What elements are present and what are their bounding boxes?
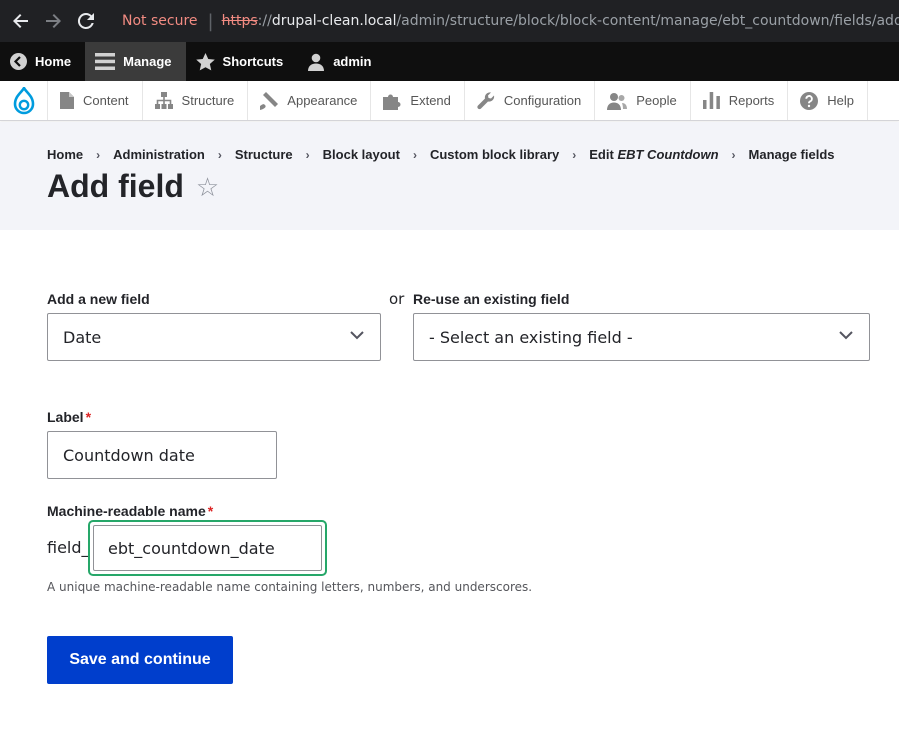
tray-item-reports-label: Reports [728, 93, 775, 108]
arrow-right-icon [46, 14, 61, 28]
reuse-field-label: Re-use an existing field [413, 291, 570, 307]
machine-name-label: Machine-readable name * [47, 503, 213, 519]
url-scheme: https [221, 13, 258, 29]
forward-button[interactable] [43, 11, 63, 31]
people-icon [607, 92, 628, 110]
machine-name-prefix: field_ [47, 538, 90, 557]
tray-item-extend[interactable]: Extend [371, 81, 465, 120]
sitemap-icon [154, 92, 173, 109]
label-input-value: Countdown date [63, 445, 195, 465]
breadcrumb-manage-fields[interactable]: Manage fields [749, 147, 835, 162]
admin-menu-tray: Content Structure Appearance Extend Conf… [0, 81, 899, 121]
add-new-field-value: Date [63, 327, 102, 347]
breadcrumb-separator: › [305, 147, 310, 162]
toolbar-shortcuts[interactable]: Shortcuts [186, 42, 298, 81]
url-host: drupal-clean.local [271, 13, 397, 29]
breadcrumb-custom-block-library[interactable]: Custom block library [430, 147, 559, 162]
tray-item-configuration[interactable]: Configuration [465, 81, 596, 120]
toolbar-home[interactable]: Home [0, 42, 85, 81]
user-icon [308, 53, 325, 71]
wrench-icon [477, 91, 495, 109]
breadcrumb-separator: › [217, 147, 222, 162]
add-new-field-select[interactable]: Date [47, 313, 381, 361]
page-header: Home › Administration › Structure › Bloc… [0, 122, 899, 230]
label-field-label-text: Label [47, 409, 84, 425]
bar-chart-icon [702, 92, 720, 109]
url-scheme-separator: :// [257, 13, 272, 29]
breadcrumb-edit-prefix: Edit [589, 147, 618, 162]
tray-item-people-label: People [636, 93, 677, 108]
breadcrumb-separator: › [572, 147, 577, 162]
tray-item-configuration-label: Configuration [503, 93, 582, 108]
help-icon [800, 91, 819, 110]
url-bar[interactable]: Not secure | https://drupal-clean.local /… [108, 4, 899, 38]
page-title: Add field ☆ [47, 168, 219, 205]
add-new-field-label: Add a new field [47, 291, 150, 307]
back-button[interactable] [11, 11, 31, 31]
url-path: /admin/structure/block/block-content/man… [396, 13, 899, 29]
or-text: or [389, 290, 405, 308]
drupal-logo-icon [13, 86, 34, 114]
machine-name-label-text: Machine-readable name [47, 503, 206, 519]
required-marker: * [207, 503, 214, 519]
machine-name-input-value: ebt_countdown_date [108, 538, 275, 558]
machine-name-description: A unique machine-readable name containin… [47, 580, 533, 594]
url-divider: | [207, 10, 214, 32]
reload-icon [77, 12, 94, 29]
tray-item-structure[interactable]: Structure [143, 81, 249, 120]
tray-item-structure-label: Structure [181, 93, 235, 108]
toolbar-user-label: admin [333, 54, 372, 69]
tray-item-content-label: Content [83, 93, 129, 108]
hamburger-icon [95, 53, 116, 70]
star-icon [195, 52, 215, 70]
tray-item-help-label: Help [827, 93, 854, 108]
breadcrumb-edit-block-type[interactable]: Edit EBT Countdown [589, 147, 718, 162]
drupal-drop-back-icon [10, 53, 27, 70]
save-and-continue-button[interactable]: Save and continue [47, 636, 233, 684]
breadcrumb-administration[interactable]: Administration [113, 147, 205, 162]
chevron-down-icon [839, 331, 853, 340]
reuse-existing-field-select[interactable]: - Select an existing field - [413, 313, 870, 361]
toolbar-home-label: Home [35, 54, 72, 69]
document-icon [60, 92, 74, 109]
breadcrumb-structure[interactable]: Structure [235, 147, 293, 162]
reuse-existing-field-value: - Select an existing field - [429, 327, 633, 347]
admin-toolbar: Home Manage Shortcuts admin [0, 42, 899, 81]
label-field-label: Label * [47, 409, 91, 425]
reload-button[interactable] [76, 11, 96, 31]
favorite-star-icon[interactable]: ☆ [196, 174, 219, 200]
tray-item-people[interactable]: People [595, 81, 691, 120]
tray-item-reports[interactable]: Reports [691, 81, 789, 120]
breadcrumb-block-layout[interactable]: Block layout [323, 147, 400, 162]
toolbar-user[interactable]: admin [297, 42, 385, 81]
browser-address-bar: Not secure | https://drupal-clean.local /… [0, 0, 899, 42]
breadcrumb-home[interactable]: Home [47, 147, 83, 162]
arrow-left-icon [13, 14, 28, 28]
machine-name-input[interactable]: ebt_countdown_date [93, 525, 322, 571]
puzzle-icon [383, 94, 401, 110]
tray-item-content[interactable]: Content [48, 81, 143, 120]
required-marker: * [85, 409, 92, 425]
chevron-down-icon [350, 331, 364, 340]
breadcrumb-separator: › [731, 147, 736, 162]
not-secure-label: Not secure [122, 13, 198, 29]
tray-item-extend-label: Extend [410, 93, 451, 108]
tray-item-appearance-label: Appearance [287, 93, 358, 108]
breadcrumb-edit-name: EBT Countdown [617, 147, 719, 162]
breadcrumb: Home › Administration › Structure › Bloc… [47, 147, 835, 162]
page-title-text: Add field [47, 168, 184, 204]
toolbar-manage[interactable]: Manage [85, 42, 186, 81]
paintbrush-icon [260, 91, 279, 110]
drupal-logo[interactable] [0, 81, 48, 120]
tray-item-help[interactable]: Help [788, 81, 868, 120]
breadcrumb-separator: › [96, 147, 101, 162]
tray-item-appearance[interactable]: Appearance [248, 81, 372, 120]
label-input[interactable]: Countdown date [47, 431, 277, 479]
toolbar-shortcuts-label: Shortcuts [222, 54, 284, 69]
toolbar-manage-label: Manage [123, 54, 172, 69]
breadcrumb-separator: › [412, 147, 417, 162]
